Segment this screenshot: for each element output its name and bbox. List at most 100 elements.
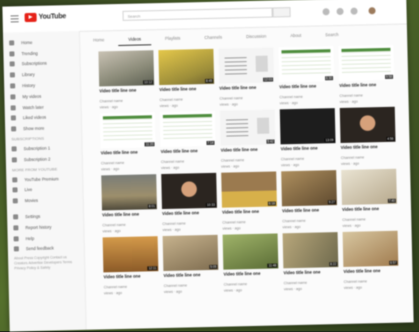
hamburger-menu-icon[interactable] [10,15,19,23]
video-card[interactable]: 10:12 Video title line one Channel name vie… [98,50,155,113]
sidebar-item-label: Trending [21,50,38,56]
video-title[interactable]: Video title line one [161,148,216,159]
video-title[interactable]: Video title line one [343,268,398,279]
video-card[interactable]: 5:05 Video title line one Channel name view… [162,234,219,298]
video-card[interactable]: 6:57 Video title line one Channel name view… [342,230,399,294]
video-thumbnail[interactable]: 11:48 [222,233,279,270]
video-stats: views · ago [103,290,123,295]
duration-badge: 5:05 [209,264,218,270]
video-thumbnail[interactable]: 10:12 [98,50,155,87]
video-card[interactable]: 8:01 Video title line one Channel name view… [101,174,158,237]
like-icon [10,115,16,121]
video-stats: views · ago [339,99,358,104]
video-title[interactable]: Video title line one [281,145,336,156]
tab-channels[interactable]: Channels [194,32,232,43]
movie-icon [12,198,18,204]
video-stats: views · ago [279,100,298,105]
video-thumbnail[interactable]: 8:45 [158,48,215,86]
sidebar-item-label: YouTube Premium [24,176,59,182]
duration-badge: 11:48 [267,263,278,268]
tab-videos[interactable]: Videos [118,34,152,47]
video-title[interactable]: Video title line one [282,207,337,218]
help-icon [13,235,19,242]
tab-playlists[interactable]: Playlists [155,33,191,44]
video-title[interactable]: Video title line one [342,206,397,217]
video-title[interactable]: Video title line one [159,86,214,97]
video-card[interactable]: 7:40 Video title line one Channel name view… [341,168,397,232]
video-thumbnail[interactable]: 4:56 [339,106,396,143]
video-title[interactable]: Video title line one [162,210,217,221]
video-title[interactable]: Video title line one [223,270,278,281]
video-title[interactable]: Video title line one [219,84,274,95]
duration-badge: 10:12 [143,80,154,85]
logo-text: YouTube [38,13,67,21]
sidebar-item-label: Watch later [22,104,44,110]
video-card[interactable]: 4:56 Video title line one Channel name view… [339,106,396,170]
video-card[interactable]: 7:14 Video title line one Channel name view… [159,110,216,174]
video-thumbnail[interactable]: 6:57 [342,230,399,267]
video-card[interactable]: 12:11 Video title line one Channel name vie… [102,236,159,299]
upload-icon[interactable] [322,8,330,16]
video-title[interactable]: Video title line one [339,82,394,93]
video-title[interactable]: Video title line one [102,211,157,222]
video-title[interactable]: Video title line one [221,146,276,157]
video-card[interactable]: 11:20 Video title line one Channel name vie… [99,112,156,175]
tab-search[interactable]: Search [315,30,348,41]
video-thumbnail[interactable]: 13:09 [279,108,336,145]
apps-icon[interactable] [336,7,344,16]
tab-about[interactable]: About [280,31,311,42]
video-thumbnail[interactable]: 11:20 [99,112,156,149]
video-title[interactable]: Video title line one [283,269,338,280]
duration-badge: 9:58 [384,74,394,79]
video-title[interactable]: Video title line one [101,149,156,160]
video-title[interactable]: Video title line one [341,144,396,155]
duration-badge: 12:11 [147,266,158,271]
search-input[interactable]: Search [122,7,273,21]
video-thumbnail[interactable]: 5:05 [162,234,219,272]
video-card[interactable]: 6:18 Video title line one Channel name view… [221,171,277,234]
video-card[interactable]: 13:09 Video title line one Channel name vie… [279,108,336,171]
video-thumbnail[interactable]: 5:42 [219,109,276,146]
video-card[interactable]: 8:45 Video title line one Channel name view… [158,48,215,112]
video-thumbnail[interactable]: 6:18 [221,171,277,208]
video-thumbnail[interactable]: 12:11 [102,236,159,273]
video-thumbnail[interactable]: 9:27 [281,170,337,207]
tab-home[interactable]: Home [83,35,114,46]
video-title[interactable]: Video title line one [103,273,158,284]
feedback-icon [13,246,19,252]
video-thumbnail[interactable]: 8:01 [101,174,158,211]
video-thumbnail[interactable]: 7:14 [159,110,216,148]
video-thumbnail[interactable]: 8:22 [282,232,339,269]
video-thumbnail[interactable]: 10:33 [161,172,217,210]
home-icon [9,40,15,46]
duration-badge: 8:22 [329,262,338,267]
video-thumbnail[interactable]: 9:58 [338,44,395,82]
video-thumbnail[interactable]: 7:40 [341,168,397,205]
duration-badge: 6:57 [389,260,398,265]
video-card[interactable]: 10:33 Video title line one Channel name vie… [161,172,217,236]
video-stats: views · ago [340,161,360,166]
video-title[interactable]: Video title line one [222,208,277,219]
search-button[interactable] [272,7,291,18]
sidebar-item-label: Subscription 2 [23,156,51,163]
tab-discussion[interactable]: Discussion [236,31,276,42]
video-card[interactable]: 11:48 Video title line one Channel name vie… [222,233,279,296]
sidebar-footer: About Press Copyright Contact us Creator… [14,255,73,271]
sidebar-item-label: Subscription 1 [23,145,51,152]
sidebar-item-label: Home [21,39,33,46]
video-card[interactable]: 8:22 Video title line one Channel name view… [282,232,339,295]
video-title[interactable]: Video title line one [99,87,154,98]
video-card[interactable]: 9:27 Video title line one Channel name view… [281,170,337,233]
avatar[interactable] [368,7,376,15]
notifications-icon[interactable] [350,7,358,15]
video-title[interactable]: Video title line one [279,83,334,94]
video-thumbnail[interactable]: 12:03 [218,47,275,84]
youtube-logo[interactable]: YouTube [24,12,67,23]
video-thumbnail[interactable]: 6:30 [278,46,335,83]
video-card[interactable]: 12:03 Video title line one Channel name vie… [218,47,275,110]
video-title[interactable]: Video title line one [163,272,218,283]
video-card[interactable]: 6:30 Video title line one Channel name view… [278,46,335,109]
video-card[interactable]: 5:42 Video title line one Channel name view… [219,109,276,172]
sidebar-item-label: Subscriptions [21,61,47,67]
video-card[interactable]: 9:58 Video title line one Channel name view… [338,44,395,108]
